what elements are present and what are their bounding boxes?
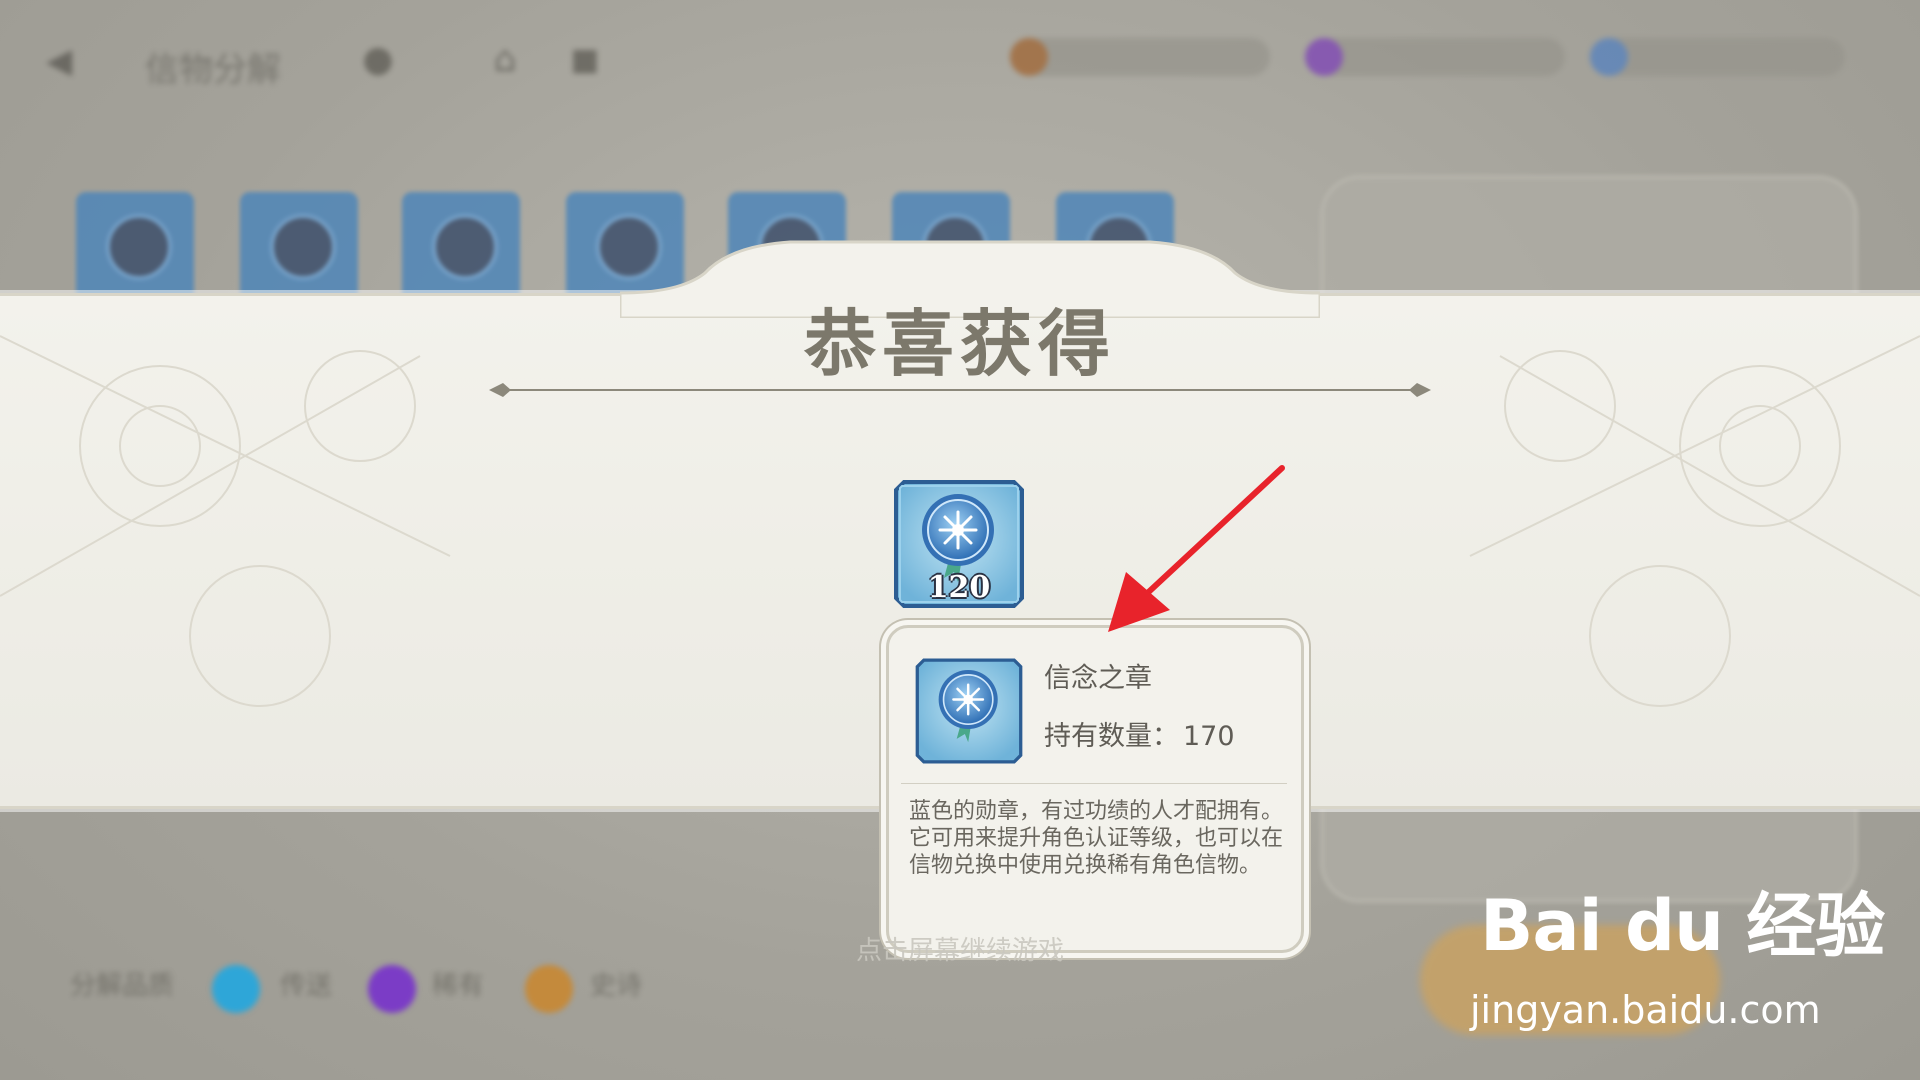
background-page-title: 信物分解 (145, 50, 281, 90)
watermark-logo: Bai du 经验 (1480, 885, 1885, 967)
legend-dot-blue (212, 965, 260, 1013)
currency-blue (1590, 38, 1845, 76)
background-top-bar: ◀ 信物分解 ● ⌂ ◼ (0, 0, 1920, 120)
currency-gold (1010, 38, 1270, 76)
owned-value: 170 (1183, 721, 1235, 752)
continue-hint[interactable]: 点击屏幕继续游戏 (700, 930, 1220, 967)
annotation-arrow-icon (1108, 465, 1285, 632)
legend-dot-purple (368, 965, 416, 1013)
menu-icon[interactable]: ◼ (565, 40, 605, 80)
item-description: 蓝色的勋章，有过功绩的人才配拥有。 它可用来提升角色认证等级，也可以在信物兑换中… (909, 798, 1283, 879)
item-description-line: 它可用来提升角色认证等级，也可以在信物兑换中使用兑换稀有角色信物。 (909, 826, 1284, 878)
owned-quantity: 持有数量： 170 (1044, 714, 1235, 753)
help-icon[interactable]: ● (358, 40, 398, 80)
item-name: 信念之章 (1044, 663, 1152, 694)
item-description-line: 蓝色的勋章，有过功绩的人才配拥有。 (909, 799, 1284, 824)
tooltip-separator (901, 783, 1287, 784)
baidu-jingyan-watermark: Bai du 经验 jingyan.baidu.com (1470, 870, 1890, 1040)
title-divider (489, 383, 1431, 397)
badge-of-faith-icon (915, 658, 1023, 764)
reward-count: 120 (927, 570, 991, 605)
legend-dot-orange (525, 965, 573, 1013)
background-legend-item: 史诗 (590, 971, 643, 1001)
owned-label: 持有数量： (1044, 721, 1179, 752)
back-icon[interactable]: ◀ (46, 44, 96, 78)
background-legend-item: 稀有 (432, 971, 485, 1001)
background-legend-label: 分解品质 (70, 971, 175, 1001)
background-legend-item: 传送 (280, 971, 333, 1001)
item-tooltip: 信念之章 持有数量： 170 蓝色的勋章，有过功绩的人才配拥有。 它可用来提升角色… (886, 625, 1304, 953)
reward-title: 恭喜获得 (803, 301, 1116, 386)
reward-item[interactable]: 120 (892, 478, 1026, 610)
watermark-url: jingyan.baidu.com (1470, 988, 1821, 1032)
home-icon[interactable]: ⌂ (485, 40, 525, 80)
currency-purple (1305, 38, 1565, 76)
